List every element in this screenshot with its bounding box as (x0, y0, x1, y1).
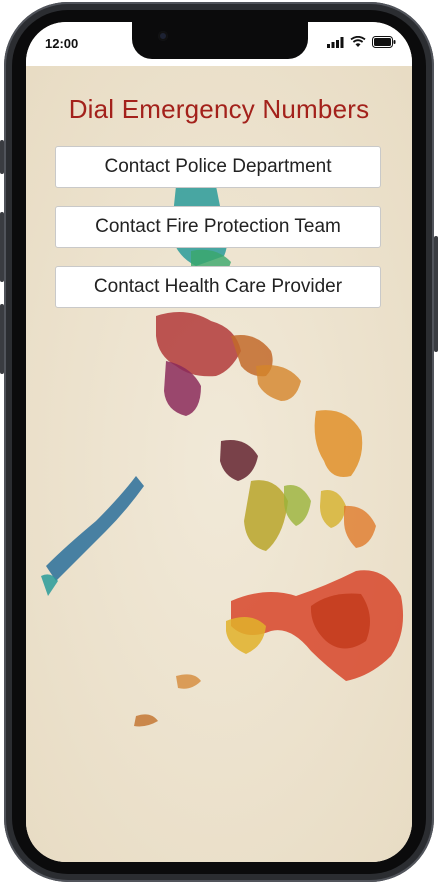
volume-down-button (0, 212, 4, 282)
notch (132, 22, 308, 59)
status-time: 12:00 (45, 36, 79, 51)
page-title: Dial Emergency Numbers (68, 94, 370, 124)
contact-fire-button[interactable]: Contact Fire Protection Team (55, 206, 381, 248)
contact-health-button[interactable]: Contact Health Care Provider (55, 266, 381, 308)
power-button (434, 236, 438, 352)
contact-police-button[interactable]: Contact Police Department (55, 146, 381, 188)
status-icons (327, 36, 396, 48)
signal-icon (327, 36, 344, 48)
screen: 12:00 Dial Emergency Numbers Contact Pol… (26, 22, 412, 862)
silent-switch (0, 304, 4, 374)
volume-up-button (0, 140, 4, 174)
camera-icon (158, 31, 168, 41)
status-bar: 12:00 (26, 22, 412, 66)
wifi-icon (350, 36, 366, 47)
battery-icon (372, 36, 396, 48)
